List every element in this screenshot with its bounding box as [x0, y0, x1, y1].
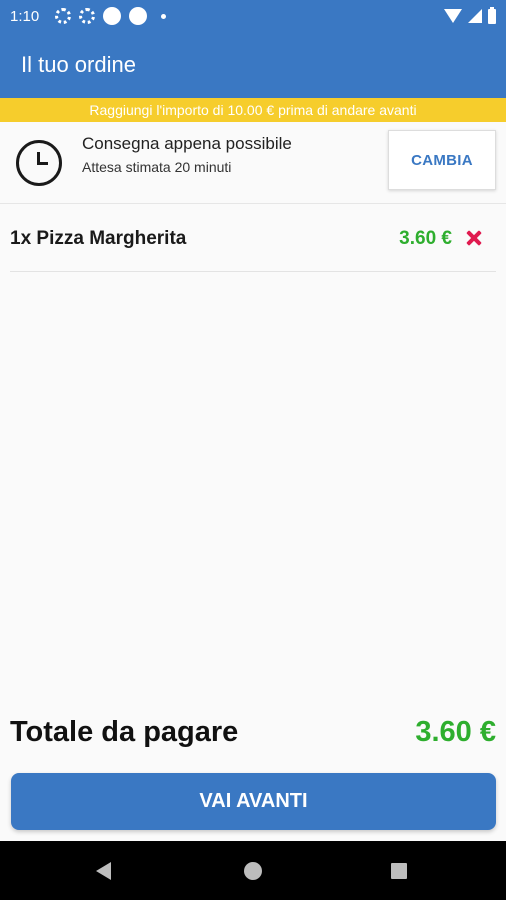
notification-circle-icon: [103, 7, 122, 25]
total-value: 3.60 €: [415, 716, 496, 748]
total-section: Totale da pagare 3.60 €: [10, 714, 496, 758]
nav-recents-icon[interactable]: [391, 863, 407, 879]
app-bar: Il tuo ordine: [0, 32, 506, 98]
delivery-title: Consegna appena possibile: [82, 134, 292, 153]
item-name: 1x Pizza Margherita: [10, 228, 187, 249]
item-price: 3.60 €: [399, 228, 452, 249]
settings-icon: [79, 8, 96, 24]
notice-text: Raggiungi l'importo di 10.00 € prima di …: [89, 102, 417, 118]
remove-icon[interactable]: [464, 228, 484, 248]
settings-icon: [55, 8, 72, 24]
notification-circle-icon: [129, 7, 148, 25]
nav-home-icon[interactable]: [244, 862, 262, 880]
signal-icon: [468, 9, 482, 23]
notification-icons: [55, 7, 167, 25]
more-notifications-icon: [161, 13, 167, 19]
system-navigation-bar: [0, 841, 506, 900]
clock-icon: [16, 140, 62, 186]
system-icons: [444, 6, 496, 24]
status-time: 1:10: [10, 7, 40, 25]
order-item: 1x Pizza Margherita 3.60 €: [10, 208, 496, 272]
proceed-button[interactable]: VAI AVANTI: [11, 773, 496, 830]
status-bar: 1:10: [0, 0, 506, 32]
nav-back-icon[interactable]: [96, 862, 111, 880]
wifi-icon: [444, 9, 462, 23]
delivery-time-section: Consegna appena possibile Attesa stimata…: [0, 122, 506, 204]
total-label: Totale da pagare: [10, 716, 239, 748]
minimum-order-notice: Raggiungi l'importo di 10.00 € prima di …: [0, 98, 506, 122]
battery-icon: [488, 6, 496, 24]
delivery-estimate: Attesa stimata 20 minuti: [82, 159, 232, 175]
change-delivery-button[interactable]: CAMBIA: [388, 130, 496, 190]
page-title: Il tuo ordine: [21, 52, 136, 77]
